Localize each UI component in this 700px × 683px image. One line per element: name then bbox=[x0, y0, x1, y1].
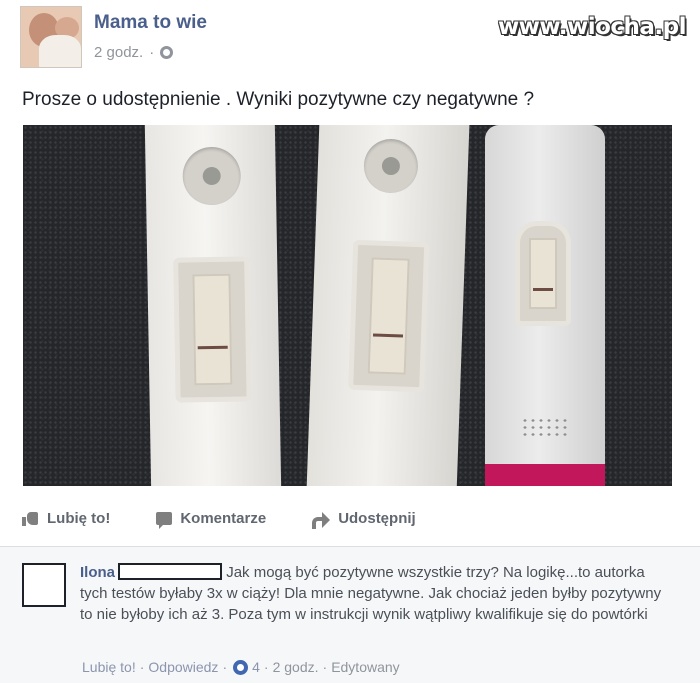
test-grille bbox=[521, 417, 567, 437]
footer-separator: · bbox=[263, 659, 269, 675]
test-tip bbox=[485, 464, 605, 486]
edited-label[interactable]: Edytowany bbox=[331, 659, 399, 675]
like-label: Lubię to! bbox=[47, 510, 111, 527]
meta-separator: · bbox=[149, 44, 155, 61]
comment-icon bbox=[156, 512, 173, 529]
reaction-count[interactable]: 4 bbox=[252, 659, 260, 675]
sample-well bbox=[362, 138, 419, 194]
result-window bbox=[515, 221, 571, 326]
commenter-name[interactable]: Ilona bbox=[80, 564, 115, 581]
globe-icon bbox=[160, 46, 174, 59]
comment-button[interactable]: Komentarze bbox=[156, 510, 267, 529]
result-window bbox=[348, 239, 430, 393]
thumbs-up-icon bbox=[22, 511, 39, 526]
like-button[interactable]: Lubię to! bbox=[22, 510, 110, 527]
comment-section: Ilona Jak mogą być pozytywne wszystkie t… bbox=[0, 546, 700, 683]
header-text: Mama to wie 2 godz. · bbox=[94, 12, 207, 61]
page-avatar[interactable] bbox=[20, 6, 82, 68]
comment-like-link[interactable]: Lubię to! bbox=[82, 659, 136, 675]
share-button[interactable]: Udostępnij bbox=[312, 510, 416, 529]
sample-well bbox=[182, 146, 242, 206]
result-window bbox=[173, 256, 252, 403]
comment-reply-link[interactable]: Odpowiedz bbox=[148, 659, 218, 675]
comment-body: Ilona Jak mogą być pozytywne wszystkie t… bbox=[80, 562, 670, 625]
footer-separator: · bbox=[322, 659, 328, 675]
like-reaction-icon bbox=[233, 659, 249, 675]
post-header: Mama to wie 2 godz. · bbox=[20, 6, 207, 68]
comment-footer: Lubię to! · Odpowiedz · 4 · 2 godz. · Ed… bbox=[82, 659, 400, 675]
post-meta: 2 godz. · bbox=[94, 44, 207, 61]
redacted-surname bbox=[118, 563, 223, 580]
post-actions: Lubię to! Komentarze Udostępnij bbox=[22, 510, 462, 529]
commenter-avatar[interactable] bbox=[22, 563, 66, 607]
comment-label: Komentarze bbox=[180, 510, 267, 527]
pregnancy-test-3 bbox=[485, 125, 605, 486]
footer-separator: · bbox=[222, 659, 228, 675]
footer-separator: · bbox=[139, 659, 145, 675]
post-text: Prosze o udostępnienie . Wyniki pozytywn… bbox=[22, 89, 535, 110]
watermark: www.wiocha.pl bbox=[497, 14, 687, 40]
comment-time[interactable]: 2 godz. bbox=[273, 659, 319, 675]
post-time[interactable]: 2 godz. bbox=[94, 44, 143, 61]
page-name[interactable]: Mama to wie bbox=[94, 12, 207, 34]
pregnancy-test-2 bbox=[306, 125, 470, 486]
post-photo[interactable] bbox=[23, 125, 672, 486]
share-arrow-icon bbox=[312, 511, 331, 529]
share-label: Udostępnij bbox=[338, 510, 416, 527]
pregnancy-test-1 bbox=[144, 125, 282, 486]
